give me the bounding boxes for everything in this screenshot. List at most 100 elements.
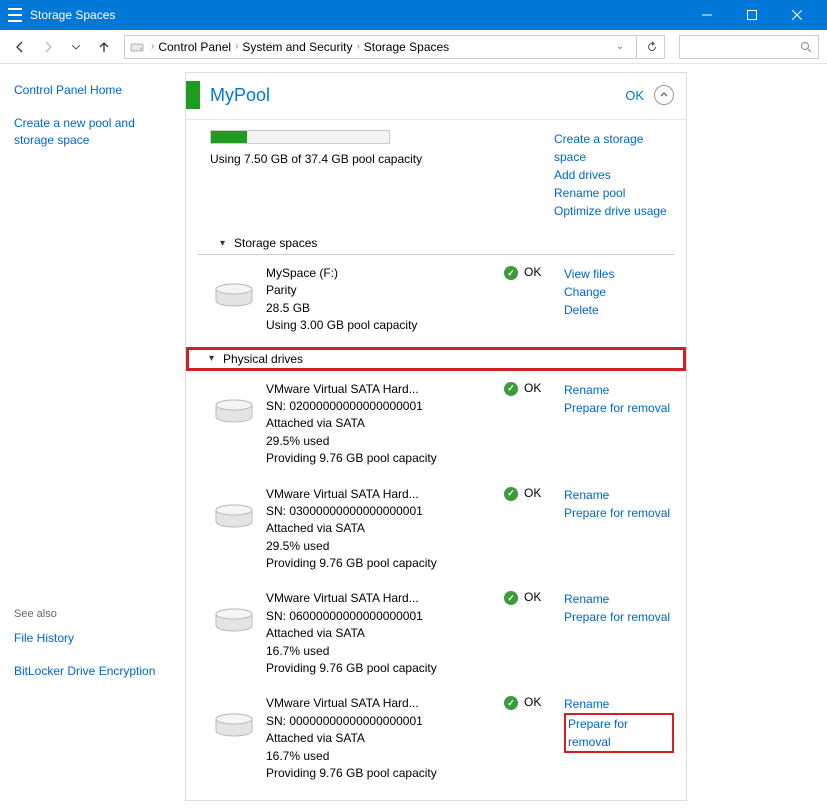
ok-icon (504, 266, 518, 280)
ok-icon (504, 382, 518, 396)
rename-drive-link[interactable]: Rename (564, 486, 674, 504)
chevron-right-icon: › (235, 41, 238, 52)
disk-icon (214, 399, 254, 429)
search-input[interactable] (679, 35, 819, 59)
drive-sn: SN: 06000000000000000001 (266, 608, 504, 625)
drive-attached: Attached via SATA (266, 520, 504, 537)
forward-button[interactable] (36, 35, 60, 59)
back-button[interactable] (8, 35, 32, 59)
physical-drive-row: VMware Virtual SATA Hard... SN: 06000000… (186, 580, 686, 685)
pool-usage-bar (210, 130, 390, 144)
rename-drive-link[interactable]: Rename (564, 381, 674, 399)
drive-providing: Providing 9.76 GB pool capacity (266, 765, 504, 782)
drive-sn: SN: 00000000000000000001 (266, 713, 504, 730)
pool-name: MyPool (210, 85, 625, 106)
maximize-button[interactable] (729, 0, 774, 30)
drive-used: 16.7% used (266, 643, 504, 660)
section-label: Storage spaces (234, 236, 317, 250)
up-button[interactable] (92, 35, 116, 59)
drive-used: 29.5% used (266, 433, 504, 450)
search-icon (800, 41, 812, 53)
space-size: 28.5 GB (266, 300, 504, 317)
see-also-heading: See also (14, 608, 161, 620)
physical-drives-section-header[interactable]: ▾ Physical drives (186, 347, 686, 371)
disk-icon (214, 608, 254, 638)
view-files-link[interactable]: View files (564, 265, 674, 283)
add-drives-link[interactable]: Add drives (554, 166, 674, 184)
physical-drive-row: VMware Virtual SATA Hard... SN: 02000000… (186, 371, 686, 476)
control-panel-home-link[interactable]: Control Panel Home (14, 82, 161, 99)
space-usage: Using 3.00 GB pool capacity (266, 317, 504, 334)
prepare-removal-link[interactable]: Prepare for removal (564, 504, 674, 522)
chevron-down-icon[interactable]: ⌄ (616, 41, 624, 52)
drive-name: VMware Virtual SATA Hard... (266, 381, 504, 398)
bitlocker-link[interactable]: BitLocker Drive Encryption (14, 663, 161, 680)
physical-drive-row: VMware Virtual SATA Hard... SN: 03000000… (186, 476, 686, 581)
drive-sn: SN: 02000000000000000001 (266, 398, 504, 415)
status-text: OK (524, 695, 541, 709)
pool-status: OK (625, 88, 644, 103)
storage-space-row: MySpace (F:) Parity 28.5 GB Using 3.00 G… (186, 255, 686, 343)
collapse-button[interactable] (654, 85, 674, 105)
window-title: Storage Spaces (30, 8, 684, 22)
disk-icon (214, 713, 254, 743)
drive-attached: Attached via SATA (266, 730, 504, 747)
refresh-button[interactable] (636, 35, 660, 59)
close-button[interactable] (774, 0, 819, 30)
prepare-removal-link[interactable]: Prepare for removal (564, 608, 674, 626)
breadcrumb[interactable]: › Control Panel › System and Security › … (124, 35, 665, 59)
pool-usage-text: Using 7.50 GB of 37.4 GB pool capacity (210, 152, 554, 166)
breadcrumb-item[interactable]: Control Panel (158, 40, 231, 54)
content-panel: MyPool OK Using 7.50 GB of 37.4 GB pool … (185, 72, 687, 801)
drive-name: VMware Virtual SATA Hard... (266, 695, 504, 712)
status-text: OK (524, 486, 541, 500)
ok-icon (504, 487, 518, 501)
drive-sn: SN: 03000000000000000001 (266, 503, 504, 520)
space-type: Parity (266, 282, 504, 299)
sidebar: Control Panel Home Create a new pool and… (0, 64, 175, 811)
pool-color-block (186, 81, 200, 109)
breadcrumb-item[interactable]: System and Security (242, 40, 352, 54)
drive-attached: Attached via SATA (266, 625, 504, 642)
rename-drive-link[interactable]: Rename (564, 695, 674, 713)
drive-providing: Providing 9.76 GB pool capacity (266, 450, 504, 467)
delete-link[interactable]: Delete (564, 301, 674, 319)
space-name: MySpace (F:) (266, 265, 504, 282)
app-icon (8, 8, 22, 22)
change-link[interactable]: Change (564, 283, 674, 301)
file-history-link[interactable]: File History (14, 630, 161, 647)
breadcrumb-item[interactable]: Storage Spaces (364, 40, 449, 54)
disk-icon (214, 283, 254, 313)
drive-providing: Providing 9.76 GB pool capacity (266, 660, 504, 677)
minimize-button[interactable] (684, 0, 729, 30)
drive-used: 29.5% used (266, 538, 504, 555)
chevron-right-icon: › (151, 41, 154, 52)
create-storage-space-link[interactable]: Create a storage space (554, 130, 674, 166)
prepare-removal-link[interactable]: Prepare for removal (564, 399, 674, 417)
chevron-right-icon: › (356, 41, 359, 52)
status-text: OK (524, 590, 541, 604)
chevron-down-icon: ▾ (220, 238, 234, 249)
toolbar: › Control Panel › System and Security › … (0, 30, 827, 64)
storage-spaces-section-header[interactable]: ▾ Storage spaces (198, 232, 674, 255)
status-text: OK (524, 381, 541, 395)
pool-header: MyPool OK (186, 73, 686, 120)
status-text: OK (524, 265, 541, 279)
drive-icon (129, 39, 145, 55)
rename-pool-link[interactable]: Rename pool (554, 184, 674, 202)
drive-used: 16.7% used (266, 748, 504, 765)
ok-icon (504, 591, 518, 605)
window-titlebar: Storage Spaces (0, 0, 827, 30)
drive-attached: Attached via SATA (266, 415, 504, 432)
prepare-removal-link[interactable]: Prepare for removal (564, 713, 674, 753)
chevron-down-icon: ▾ (209, 353, 223, 364)
rename-drive-link[interactable]: Rename (564, 590, 674, 608)
drive-name: VMware Virtual SATA Hard... (266, 590, 504, 607)
section-label: Physical drives (223, 352, 303, 366)
create-pool-link[interactable]: Create a new pool and storage space (14, 115, 161, 149)
physical-drive-row: VMware Virtual SATA Hard... SN: 00000000… (186, 685, 686, 790)
disk-icon (214, 504, 254, 534)
optimize-link[interactable]: Optimize drive usage (554, 202, 674, 220)
recent-locations-dropdown[interactable] (64, 35, 88, 59)
drive-name: VMware Virtual SATA Hard... (266, 486, 504, 503)
